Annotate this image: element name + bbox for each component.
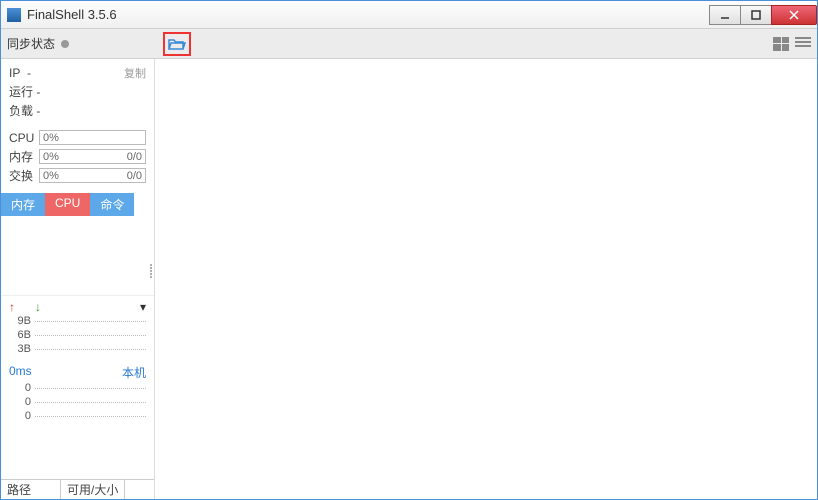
folder-open-icon (168, 37, 186, 51)
info-section: IP - 复制 运行 - 负载 - (1, 59, 154, 124)
swap-bar: 0%0/0 (39, 168, 146, 183)
upload-arrow-icon: ↑ (9, 300, 15, 314)
mem-bar: 0%0/0 (39, 149, 146, 164)
tab-mem[interactable]: 内存 (1, 193, 45, 216)
tab-cmd[interactable]: 命令 (90, 193, 134, 216)
mem-label: 内存 (9, 148, 39, 165)
ping-val-1: 0 (9, 396, 31, 408)
sync-status-label: 同步状态 (7, 35, 55, 52)
app-icon (7, 8, 21, 22)
main-content (155, 59, 817, 499)
copy-button[interactable]: 复制 (124, 65, 146, 81)
window-title: FinalShell 3.5.6 (27, 7, 117, 22)
ping-host-label[interactable]: 本机 (122, 364, 146, 381)
tab-cpu[interactable]: CPU (45, 193, 90, 216)
app-window: FinalShell 3.5.6 同步状态 IP - 复制 (0, 0, 818, 500)
grid-view-icon[interactable] (773, 37, 789, 51)
ping-ms-label: 0ms (9, 364, 32, 381)
metrics-section: CPU 0% 内存 0%0/0 交换 0%0/0 (1, 124, 154, 189)
monitor-tabs: 内存 CPU 命令 (1, 193, 154, 216)
close-button[interactable] (771, 5, 817, 25)
list-view-icon[interactable] (795, 37, 811, 51)
toolbar: 同步状态 (1, 29, 817, 59)
net-scale-2: 3B (9, 343, 31, 355)
net-scale-0: 9B (9, 315, 31, 327)
ping-val-2: 0 (9, 410, 31, 422)
open-folder-button[interactable] (163, 32, 191, 56)
ping-val-0: 0 (9, 382, 31, 394)
ip-label: IP - (9, 66, 31, 80)
body: IP - 复制 运行 - 负载 - CPU 0% 内存 0%0/0 (1, 59, 817, 499)
network-section: ↑ ↓ ▾ 9B 6B 3B (1, 296, 154, 360)
download-arrow-icon: ↓ (35, 300, 41, 314)
sync-status-dot-icon (61, 40, 69, 48)
run-label: 运行 - (9, 83, 40, 100)
sidebar: IP - 复制 运行 - 负载 - CPU 0% 内存 0%0/0 (1, 59, 155, 499)
minimize-button[interactable] (709, 5, 741, 25)
cpu-bar: 0% (39, 130, 146, 145)
resize-handle-icon[interactable] (148, 246, 154, 295)
network-dropdown-caret-icon[interactable]: ▾ (140, 300, 146, 314)
swap-label: 交换 (9, 167, 39, 184)
titlebar: FinalShell 3.5.6 (1, 1, 817, 29)
window-controls (710, 5, 817, 25)
net-scale-1: 6B (9, 329, 31, 341)
fs-size-header[interactable]: 可用/大小 (61, 480, 125, 499)
filesystem-header: 路径 可用/大小 (1, 479, 154, 499)
fs-path-header[interactable]: 路径 (1, 480, 61, 499)
maximize-button[interactable] (740, 5, 772, 25)
load-label: 负载 - (9, 102, 40, 119)
cpu-chart (1, 216, 154, 296)
ping-section: 0ms 本机 0 0 0 (1, 360, 154, 427)
cpu-label: CPU (9, 131, 39, 145)
